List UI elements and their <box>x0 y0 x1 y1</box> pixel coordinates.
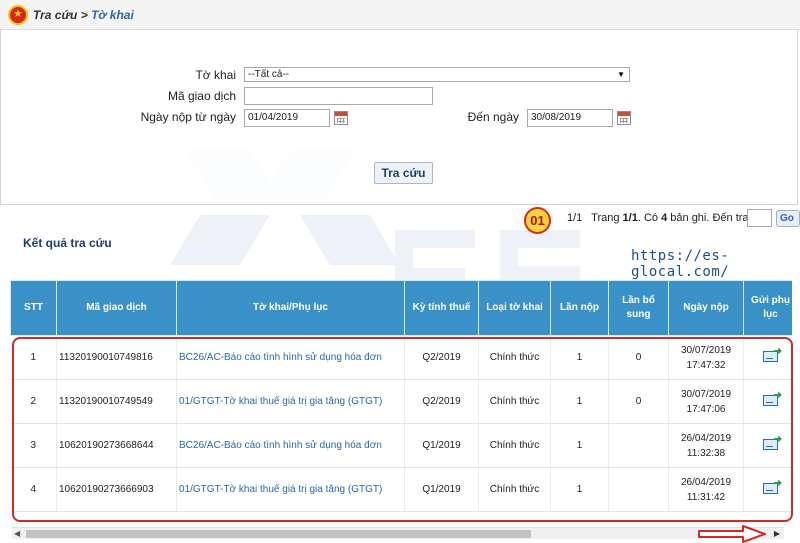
breadcrumb: Tra cứu > Tờ khai <box>33 8 134 22</box>
column-header: Lần bổ sung <box>608 280 669 336</box>
ma-giao-dich-input[interactable] <box>244 87 433 105</box>
paging-info: 1/1 Trang 1/1. Có 4 bản ghi. Đến trang <box>567 212 761 224</box>
send-appendix-icon[interactable]: ➜ <box>763 346 782 362</box>
results-title: Kết quả tra cứu <box>23 236 112 250</box>
cell-ma-giao-dich: 11320190010749549 <box>56 379 177 424</box>
column-header: Gửi phụ lục <box>743 280 792 336</box>
submit-time: 11:31:42 <box>686 491 726 503</box>
cell-ma-giao-dich: 11320190010749816 <box>56 335 177 380</box>
cell-loai-to-khai: Chính thức <box>478 379 551 424</box>
submit-date: 26/04/2019 <box>680 476 732 488</box>
declaration-link[interactable]: BC26/AC-Báo cáo tình hình sử dụng hóa đơ… <box>176 335 405 380</box>
scrollbar-thumb[interactable] <box>26 530 531 538</box>
cell-gui-phu-luc: ➜ <box>743 423 792 468</box>
cell-lan-bo-sung: 0 <box>608 335 669 380</box>
cell-gui-phu-luc: ➜ <box>743 467 792 512</box>
cell-loai-to-khai: Chính thức <box>478 423 551 468</box>
cell-ngay-nop: 30/07/2019 17:47:32 <box>668 335 744 380</box>
cell-lan-nop: 1 <box>550 467 609 512</box>
column-header: STT <box>10 280 57 336</box>
cell-ky-tinh-thue: Q1/2019 <box>404 423 479 468</box>
send-appendix-icon[interactable]: ➜ <box>763 434 782 450</box>
cell-lan-bo-sung <box>608 423 669 468</box>
breadcrumb-separator: > <box>80 8 88 22</box>
column-header: Kỳ tính thuế <box>404 280 479 336</box>
dropdown-arrow-icon: ▼ <box>617 70 625 79</box>
column-header: Loại tờ khai <box>478 280 551 336</box>
submit-time: 11:32:38 <box>686 447 726 459</box>
declaration-link[interactable]: BC26/AC-Báo cáo tình hình sử dụng hóa đơ… <box>176 423 405 468</box>
cell-ngay-nop: 26/04/2019 11:32:38 <box>668 423 744 468</box>
cell-lan-bo-sung: 0 <box>608 379 669 424</box>
send-appendix-icon[interactable]: ➜ <box>763 390 782 406</box>
emblem-icon: ★ <box>8 5 28 25</box>
cell-loai-to-khai: Chính thức <box>478 467 551 512</box>
table-header-row: STT Mã giao dịch Tờ khai/Phụ lục Kỳ tính… <box>10 280 792 336</box>
cell-gui-phu-luc: ➜ <box>743 379 792 424</box>
cell-ngay-nop: 26/04/2019 11:31:42 <box>668 467 744 512</box>
page-word: Trang <box>591 212 620 224</box>
to-khai-label: Tờ khai <box>195 68 236 82</box>
record-count: 4 <box>661 212 668 224</box>
cell-ky-tinh-thue: Q2/2019 <box>404 335 479 380</box>
send-appendix-icon[interactable]: ➜ <box>763 478 782 494</box>
column-header: Ngày nộp <box>668 280 744 336</box>
horizontal-scrollbar[interactable]: ◀ ▶ <box>12 527 784 539</box>
page-count-label: 1/1 <box>567 212 583 224</box>
column-header: Lần nộp <box>550 280 609 336</box>
cell-lan-nop: 1 <box>550 379 609 424</box>
cell-ky-tinh-thue: Q1/2019 <box>404 467 479 512</box>
table-row: 2 11320190010749549 01/GTGT-Tờ khai thuế… <box>10 379 792 424</box>
page-number: 1/1 <box>622 212 638 224</box>
from-date-label: Ngày nộp từ ngày <box>140 110 236 124</box>
column-header: Tờ khai/Phụ lục <box>176 280 405 336</box>
cell-ngay-nop: 30/07/2019 17:47:06 <box>668 379 744 424</box>
submit-date: 26/04/2019 <box>680 432 732 444</box>
cell-stt: 3 <box>10 423 57 468</box>
results-table: STT Mã giao dịch Tờ khai/Phụ lục Kỳ tính… <box>10 280 792 512</box>
table-row: 3 10620190273668644 BC26/AC-Báo cáo tình… <box>10 423 792 468</box>
results-table-container: STT Mã giao dịch Tờ khai/Phụ lục Kỳ tính… <box>10 280 792 526</box>
submit-date: 30/07/2019 <box>680 388 732 400</box>
records-prefix: . Có <box>637 212 659 224</box>
cell-stt: 2 <box>10 379 57 424</box>
search-button[interactable]: Tra cứu <box>374 162 433 184</box>
site-url-watermark: https://es-glocal.com/ <box>631 248 730 280</box>
cell-stt: 1 <box>10 335 57 380</box>
submit-time: 17:47:32 <box>686 359 726 371</box>
cell-lan-nop: 1 <box>550 335 609 380</box>
from-date-input[interactable]: 01/04/2019 <box>244 109 330 127</box>
cell-ma-giao-dich: 10620190273668644 <box>56 423 177 468</box>
cell-loai-to-khai: Chính thức <box>478 335 551 380</box>
cell-lan-nop: 1 <box>550 423 609 468</box>
submit-time: 17:47:06 <box>686 403 726 415</box>
breadcrumb-root[interactable]: Tra cứu <box>33 8 77 22</box>
calendar-icon[interactable] <box>334 111 348 125</box>
cell-stt: 4 <box>10 467 57 512</box>
scroll-left-icon[interactable]: ◀ <box>14 529 20 538</box>
top-bar: ★ Tra cứu > Tờ khai <box>0 0 800 30</box>
table-row: 1 11320190010749816 BC26/AC-Báo cáo tình… <box>10 335 792 380</box>
cell-ky-tinh-thue: Q2/2019 <box>404 379 479 424</box>
cell-ma-giao-dich: 10620190273666903 <box>56 467 177 512</box>
cell-gui-phu-luc: ➜ <box>743 335 792 380</box>
ma-giao-dich-label: Mã giao dịch <box>167 89 236 103</box>
pointer-arrow-icon <box>698 525 766 543</box>
goto-page-input[interactable] <box>747 209 772 227</box>
to-date-label: Đến ngày <box>467 110 519 124</box>
table-row: 4 10620190273666903 01/GTGT-Tờ khai thuế… <box>10 467 792 512</box>
go-button[interactable]: Go <box>776 210 800 227</box>
declaration-link[interactable]: 01/GTGT-Tờ khai thuế giá trị gia tăng (G… <box>176 379 405 424</box>
scroll-right-icon[interactable]: ▶ <box>774 529 780 538</box>
column-header: Mã giao dịch <box>56 280 177 336</box>
to-khai-selected-value: --Tất cả-- <box>248 69 290 80</box>
to-date-input[interactable]: 30/08/2019 <box>527 109 613 127</box>
submit-date: 30/07/2019 <box>680 344 732 356</box>
to-khai-select[interactable]: --Tất cả-- ▼ <box>244 67 630 82</box>
declaration-link[interactable]: 01/GTGT-Tờ khai thuế giá trị gia tăng (G… <box>176 467 405 512</box>
cell-lan-bo-sung <box>608 467 669 512</box>
step-badge: 01 <box>524 207 551 234</box>
breadcrumb-current: Tờ khai <box>91 8 134 22</box>
calendar-icon[interactable] <box>617 111 631 125</box>
